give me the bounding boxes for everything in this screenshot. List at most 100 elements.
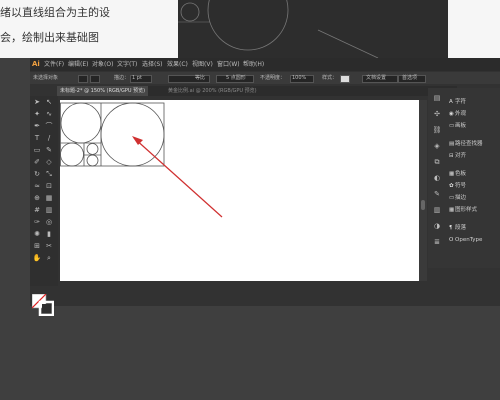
- hand-tool-icon[interactable]: ✋: [32, 254, 42, 262]
- menu-select[interactable]: 选择(S): [142, 58, 163, 71]
- brushes-icon[interactable]: ✎: [432, 190, 442, 198]
- paintbrush-icon[interactable]: ✎: [44, 146, 54, 154]
- scroll-thumb[interactable]: [421, 200, 425, 210]
- tab-golden-ratio[interactable]: 黄金比例.ai @ 200% (RGB/GPU 预览): [165, 86, 260, 96]
- properties-icon[interactable]: ▤: [432, 94, 442, 102]
- transform-icon[interactable]: ⧉: [432, 158, 442, 166]
- curvature-icon[interactable]: ⌒: [44, 122, 54, 130]
- tutorial-caption: 绪以直线组合为主的设 会，绘制出来基础图: [0, 0, 500, 58]
- stroke-swatch[interactable]: [90, 75, 100, 83]
- menu-effect[interactable]: 效果(C): [167, 58, 188, 71]
- fill-swatch[interactable]: [78, 75, 88, 83]
- pen-tool-icon[interactable]: ✒: [32, 122, 42, 130]
- panel-opentype[interactable]: O OpenType: [449, 236, 482, 245]
- mesh-tool-icon[interactable]: #: [32, 206, 42, 214]
- opacity-label: 不透明度：: [260, 75, 286, 81]
- libraries-icon[interactable]: ✣: [432, 110, 442, 118]
- style-swatch[interactable]: [340, 75, 350, 83]
- magic-wand-icon[interactable]: ✦: [32, 110, 42, 118]
- panel-icon-strip: ▤ ✣ ⛓ ◈ ⧉ ◐ ✎ ▥ ◑ ≣: [428, 88, 446, 268]
- panel-label: 符号: [455, 183, 467, 189]
- menu-bar: Ai 文件(F) 编辑(E) 对象(O) 文字(T) 选择(S) 效果(C) 视…: [30, 58, 500, 71]
- perspective-grid-icon[interactable]: ▦: [44, 194, 54, 202]
- pointer-arrow-line: [133, 137, 223, 218]
- panel-label: 路径查找器: [455, 141, 483, 147]
- stroke-label: 描边：: [114, 75, 130, 81]
- menu-help[interactable]: 帮助(H): [243, 58, 264, 71]
- panel-align[interactable]: ⊟对齐: [449, 152, 466, 161]
- tiny-circle-1: [86, 154, 99, 167]
- stack-icon[interactable]: ≣: [432, 238, 442, 246]
- prefs-label: 首选项: [402, 75, 418, 81]
- eraser-icon[interactable]: ◇: [44, 158, 54, 166]
- shape-builder-icon[interactable]: ⊕: [32, 194, 42, 202]
- caption-thumbnail: [178, 0, 448, 58]
- thumbnail-circles-icon: [178, 0, 379, 58]
- zoom-tool-icon[interactable]: ⌕: [44, 254, 54, 262]
- scale-tool-icon[interactable]: ⤡: [44, 170, 54, 178]
- width-tool-icon[interactable]: ≈: [32, 182, 42, 190]
- artboard-tool-icon[interactable]: ⊞: [32, 242, 42, 250]
- golden-circles-drawing: [60, 102, 223, 218]
- direct-selection-tool-icon[interactable]: ↖: [44, 98, 54, 106]
- panel-label: 描边: [455, 195, 467, 201]
- style-label: 样式：: [322, 75, 338, 81]
- artboard-canvas[interactable]: [60, 100, 419, 281]
- links-icon[interactable]: ⛓: [432, 126, 442, 134]
- panel-label: 字符: [455, 99, 467, 105]
- blend-tool-icon[interactable]: ◎: [44, 218, 54, 226]
- menu-object[interactable]: 对象(O): [92, 58, 113, 71]
- shaper-tool-icon[interactable]: ✐: [32, 158, 42, 166]
- small-circle: [60, 142, 84, 167]
- gradient-icon[interactable]: ▥: [432, 206, 442, 214]
- menu-file[interactable]: 文件(F): [44, 58, 64, 71]
- tiny-circle-2: [86, 143, 99, 155]
- type-tool-icon[interactable]: T: [32, 134, 42, 142]
- panel-label: 段落: [455, 225, 467, 231]
- control-bar: 未选择对象 描边： 1 pt 等比 5 点圆形 不透明度： 100% 样式： 文…: [30, 72, 500, 84]
- panel-label: OpenType: [455, 237, 483, 243]
- panel-appearance[interactable]: ◉外观: [449, 110, 466, 119]
- panel-symbols[interactable]: ✿符号: [449, 182, 466, 191]
- docked-panels: A 字符 ◉外观 ▭画板 ▤路径查找器 ⊟对齐 ▦色板 ✿符号 ▭描边 ▦图形样式…: [446, 88, 500, 268]
- eyedropper-icon[interactable]: ✑: [32, 218, 42, 226]
- graph-tool-icon[interactable]: ▮: [44, 230, 54, 238]
- stroke-weight-value: 1 pt: [132, 75, 142, 81]
- panel-artboards[interactable]: ▭画板: [449, 122, 466, 131]
- color-icon[interactable]: ◐: [432, 174, 442, 182]
- stroke-profile-label: 等比: [195, 75, 206, 81]
- fill-stroke-swatches[interactable]: [31, 293, 55, 317]
- panel-label: 对齐: [455, 153, 467, 159]
- panel-pathfinder[interactable]: ▤路径查找器: [449, 140, 483, 149]
- slice-tool-icon[interactable]: ✂: [44, 242, 54, 250]
- menu-view[interactable]: 视图(V): [192, 58, 213, 71]
- doc-setup-label: 文档设置: [366, 75, 387, 81]
- free-transform-icon[interactable]: ⊡: [44, 182, 54, 190]
- lasso-icon[interactable]: ∿: [44, 110, 54, 118]
- menu-window[interactable]: 窗口(W): [217, 58, 240, 71]
- tab-untitled[interactable]: 未标题-2* @ 150% (RGB/GPU 预览): [57, 86, 149, 96]
- menu-edit[interactable]: 编辑(E): [68, 58, 88, 71]
- panel-graphic-styles[interactable]: ▦图形样式: [449, 206, 477, 215]
- symbol-sprayer-icon[interactable]: ✺: [32, 230, 42, 238]
- rectangle-tool-icon[interactable]: ▭: [32, 146, 42, 154]
- rotate-tool-icon[interactable]: ↻: [32, 170, 42, 178]
- panel-paragraph[interactable]: ¶ 段落: [449, 224, 466, 233]
- panel-label: 图形样式: [455, 207, 478, 213]
- panel-character[interactable]: A 字符: [449, 98, 466, 107]
- medium-circle: [60, 102, 102, 144]
- caption-line-2: 会，绘制出来基础图: [0, 31, 99, 44]
- transparency-icon[interactable]: ◑: [432, 222, 442, 230]
- menu-type[interactable]: 文字(T): [117, 58, 137, 71]
- document-tabs: 未标题-2* @ 150% (RGB/GPU 预览) 黄金比例.ai @ 200…: [57, 86, 457, 96]
- selection-tool-icon[interactable]: ➤: [32, 98, 42, 106]
- panel-swatches[interactable]: ▦色板: [449, 170, 466, 179]
- opacity-value: 100%: [292, 75, 307, 81]
- layers-icon[interactable]: ◈: [432, 142, 442, 150]
- panel-stroke[interactable]: ▭描边: [449, 194, 466, 203]
- vertical-scrollbar[interactable]: [419, 100, 427, 281]
- tools-panel: ➤ ↖ ✦ ∿ ✒ ⌒ T / ▭ ✎ ✐ ◇ ↻ ⤡ ≈ ⊡ ⊕ ▦ # ▥ …: [30, 96, 58, 317]
- line-tool-icon[interactable]: /: [44, 134, 54, 142]
- gradient-tool-icon[interactable]: ▥: [44, 206, 54, 214]
- panel-label: 外观: [455, 111, 467, 117]
